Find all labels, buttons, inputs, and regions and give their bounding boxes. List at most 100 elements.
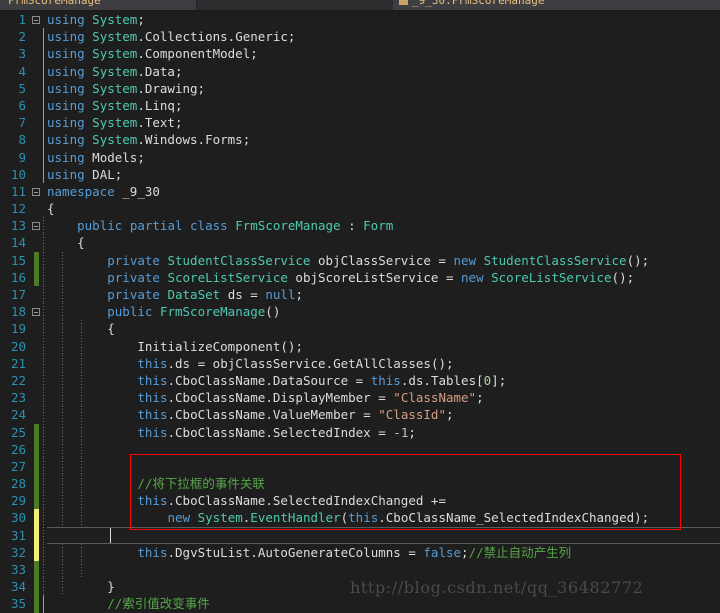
code-line-18[interactable]: 18 public FrmScoreManage() <box>0 303 720 321</box>
code-line-2[interactable]: 2 using System.Collections.Generic; <box>0 28 720 46</box>
outlining-guide-line <box>43 440 44 458</box>
line-number-12: 12 <box>10 201 26 217</box>
line-number-32: 32 <box>10 544 26 560</box>
line-number-33: 33 <box>10 562 26 577</box>
line-number-23: 23 <box>10 390 26 406</box>
code-line-9[interactable]: 9 using Models; <box>0 148 720 166</box>
code-line-text: { <box>77 235 85 251</box>
outlining-collapse-icon[interactable] <box>32 187 40 196</box>
line-number-13: 13 <box>10 218 26 234</box>
code-line-text: using System.Linq; <box>47 97 183 113</box>
change-bar-saved <box>34 492 39 510</box>
code-line-text: this.CboClassName.SelectedIndex = -1; <box>137 424 416 440</box>
code-line-14[interactable]: 14 { <box>0 234 720 252</box>
line-number-15: 15 <box>10 252 26 268</box>
code-line-22[interactable]: 22 this.CboClassName.DataSource = this.d… <box>0 371 720 390</box>
code-line-33[interactable]: 33 <box>0 561 720 579</box>
change-bar-saved <box>34 475 39 493</box>
outlining-guide-line <box>43 320 44 338</box>
line-number-18: 18 <box>10 304 26 320</box>
outlining-guide-line <box>43 62 44 80</box>
text-caret <box>110 527 111 543</box>
outlining-guide-line <box>43 217 44 235</box>
outlining-guide-line <box>43 561 44 579</box>
code-line-30[interactable]: 30 new System.EventHandler(this.CboClass… <box>0 509 720 527</box>
outlining-guide-line <box>81 561 82 579</box>
line-number-26: 26 <box>10 441 26 457</box>
change-bar-saved <box>34 578 39 596</box>
code-line-text: using DAL; <box>47 166 123 182</box>
code-line-17[interactable]: 17 private DataSet ds = null; <box>0 286 720 304</box>
outlining-guide-line <box>43 406 44 424</box>
outlining-guide-line <box>62 440 63 458</box>
code-line-27[interactable]: 27 <box>0 457 720 476</box>
outlining-collapse-icon[interactable] <box>32 308 40 317</box>
code-line-text <box>47 441 55 458</box>
code-line-31[interactable]: 31 <box>0 526 720 544</box>
code-line-20[interactable]: 20 InitializeComponent(); <box>0 337 720 355</box>
code-line-28[interactable]: 28 //将下拉框的事件关联 <box>0 475 720 493</box>
line-number-34: 34 <box>10 579 26 595</box>
code-line-3[interactable]: 3 using System.ComponentModel; <box>0 45 720 63</box>
outlining-guide-line <box>43 131 44 149</box>
code-line-16[interactable]: 16 private ScoreListService objScoreList… <box>0 268 720 286</box>
line-number-4: 4 <box>18 63 26 79</box>
outlining-guide-line <box>43 543 44 561</box>
code-line-15[interactable]: 15 private StudentClassService objClassS… <box>0 251 720 269</box>
code-line-text: public partial class FrmScoreManage : Fo… <box>77 218 394 234</box>
outlining-guide-line <box>81 457 82 476</box>
outlining-guide-line <box>43 354 44 372</box>
outlining-guide-line <box>43 423 44 441</box>
code-line-text: using System.Windows.Forms; <box>47 132 251 148</box>
code-line-21[interactable]: 21 this.ds = objClassService.GetAllClass… <box>0 354 720 372</box>
code-line-text: this.DgvStuList.AutoGenerateColumns = fa… <box>137 544 572 560</box>
line-number-7: 7 <box>18 115 26 131</box>
code-line-8[interactable]: 8 using System.Windows.Forms; <box>0 131 720 149</box>
line-number-27: 27 <box>10 458 26 474</box>
code-line-1[interactable]: 1 using System; <box>0 11 720 28</box>
line-number-11: 11 <box>10 183 26 199</box>
code-line-text: using System.ComponentModel; <box>47 46 258 62</box>
code-line-text: //将下拉框的事件关联 <box>137 476 265 492</box>
code-line-25[interactable]: 25 this.CboClassName.SelectedIndex = -1; <box>0 423 720 441</box>
code-line-23[interactable]: 23 this.CboClassName.DisplayMember = "Cl… <box>0 389 720 407</box>
outlining-guide-line <box>43 475 44 493</box>
code-line-6[interactable]: 6 using System.Linq; <box>0 96 720 115</box>
outlining-guide-line <box>43 457 44 476</box>
line-number-35: 35 <box>10 596 26 612</box>
code-line-text: using System; <box>47 12 145 27</box>
code-line-text: using System.Data; <box>47 63 183 79</box>
change-bar-saved <box>34 251 39 269</box>
code-line-26[interactable]: 26 <box>0 440 720 458</box>
code-line-24[interactable]: 24 this.CboClassName.ValueMember = "Clas… <box>0 406 720 424</box>
change-bar-saved <box>34 457 39 476</box>
code-line-text: new System.EventHandler(this.CboClassNam… <box>167 510 650 526</box>
code-line-19[interactable]: 19 { <box>0 320 720 338</box>
code-line-13[interactable]: 13 public partial class FrmScoreManage :… <box>0 217 720 235</box>
line-number-28: 28 <box>10 476 26 492</box>
code-line-29[interactable]: 29 this.CboClassName.SelectedIndexChange… <box>0 492 720 510</box>
code-line-text: private ScoreListService objScoreListSer… <box>107 269 635 285</box>
outlining-guide-line <box>43 595 44 613</box>
code-line-12[interactable]: 12 { <box>0 200 720 217</box>
line-number-29: 29 <box>10 493 26 509</box>
outlining-collapse-icon[interactable] <box>32 16 40 24</box>
outlining-guide-line <box>81 440 82 458</box>
code-line-text: this.ds = objClassService.GetAllClasses(… <box>137 355 454 371</box>
code-line-text: //索引值改变事件 <box>107 596 210 612</box>
code-line-text: using Models; <box>47 149 145 165</box>
line-number-3: 3 <box>18 46 26 62</box>
code-line-text: using System.Drawing; <box>47 80 206 96</box>
code-line-11[interactable]: 11 namespace _9_30 <box>0 183 720 200</box>
line-number-14: 14 <box>10 235 26 251</box>
code-editor[interactable]: 1 using System; 2 using System.Collections.… <box>0 11 720 613</box>
code-line-5[interactable]: 5 using System.Drawing; <box>0 79 720 97</box>
code-line-35[interactable]: 35 //索引值改变事件 <box>0 595 720 613</box>
code-line-text: this.CboClassName.DisplayMember = "Class… <box>137 390 484 406</box>
code-line-7[interactable]: 7 using System.Text; <box>0 114 720 132</box>
code-line-32[interactable]: 32 this.DgvStuList.AutoGenerateColumns =… <box>0 543 720 561</box>
code-line-10[interactable]: 10 using DAL; <box>0 165 720 183</box>
code-line-4[interactable]: 4 using System.Data; <box>0 62 720 80</box>
code-line-text: InitializeComponent(); <box>137 338 303 354</box>
outlining-collapse-icon[interactable] <box>32 222 40 231</box>
